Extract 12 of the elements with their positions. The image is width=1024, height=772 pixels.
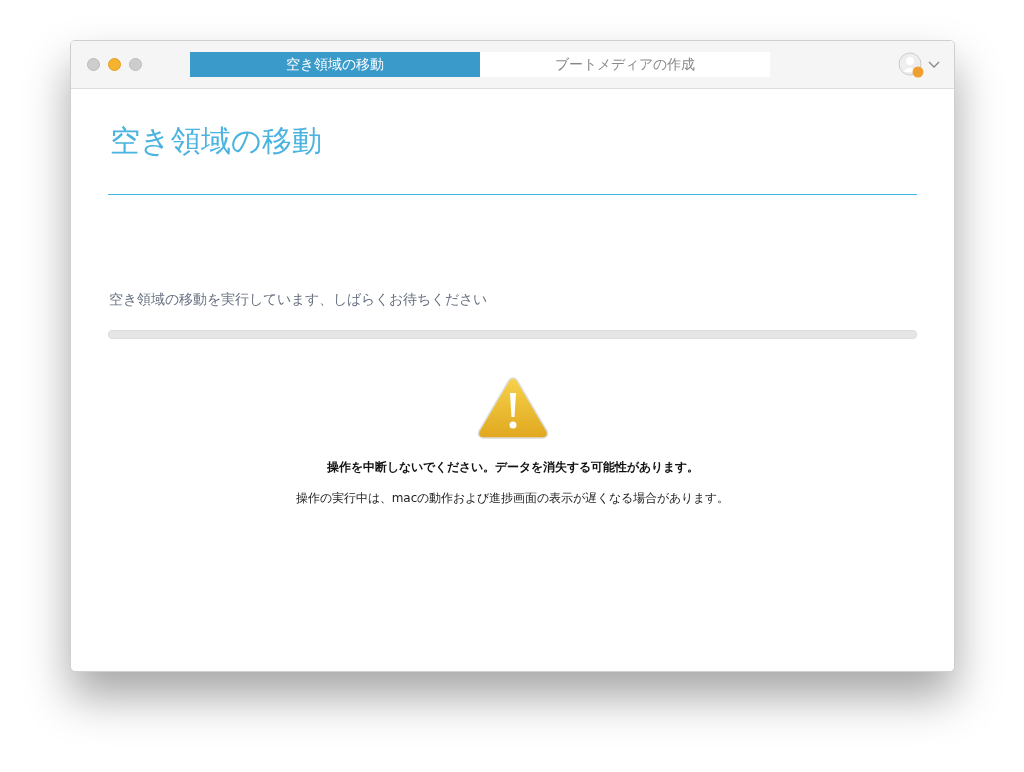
progress-message: 空き領域の移動を実行しています、しばらくお待ちください [108,291,488,309]
minimize-window-icon[interactable] [108,58,121,71]
tab[interactable]: 空き領域の移動 [190,52,480,77]
user-avatar-icon[interactable] [898,51,924,78]
chevron-down-icon[interactable] [928,60,940,69]
zoom-window-icon[interactable] [129,58,142,71]
tab[interactable]: ブートメディアの作成 [480,52,770,77]
warning-icon [475,375,550,441]
close-window-icon[interactable] [87,58,100,71]
warning-title: 操作を中断しないでください。データを消失する可能性があります。 [325,459,700,476]
warning-note: 操作の実行中は、macの動作および進捗画面の表示が遅くなる場合があります。 [294,490,731,507]
page-heading: 空き領域の移動 [109,122,323,157]
